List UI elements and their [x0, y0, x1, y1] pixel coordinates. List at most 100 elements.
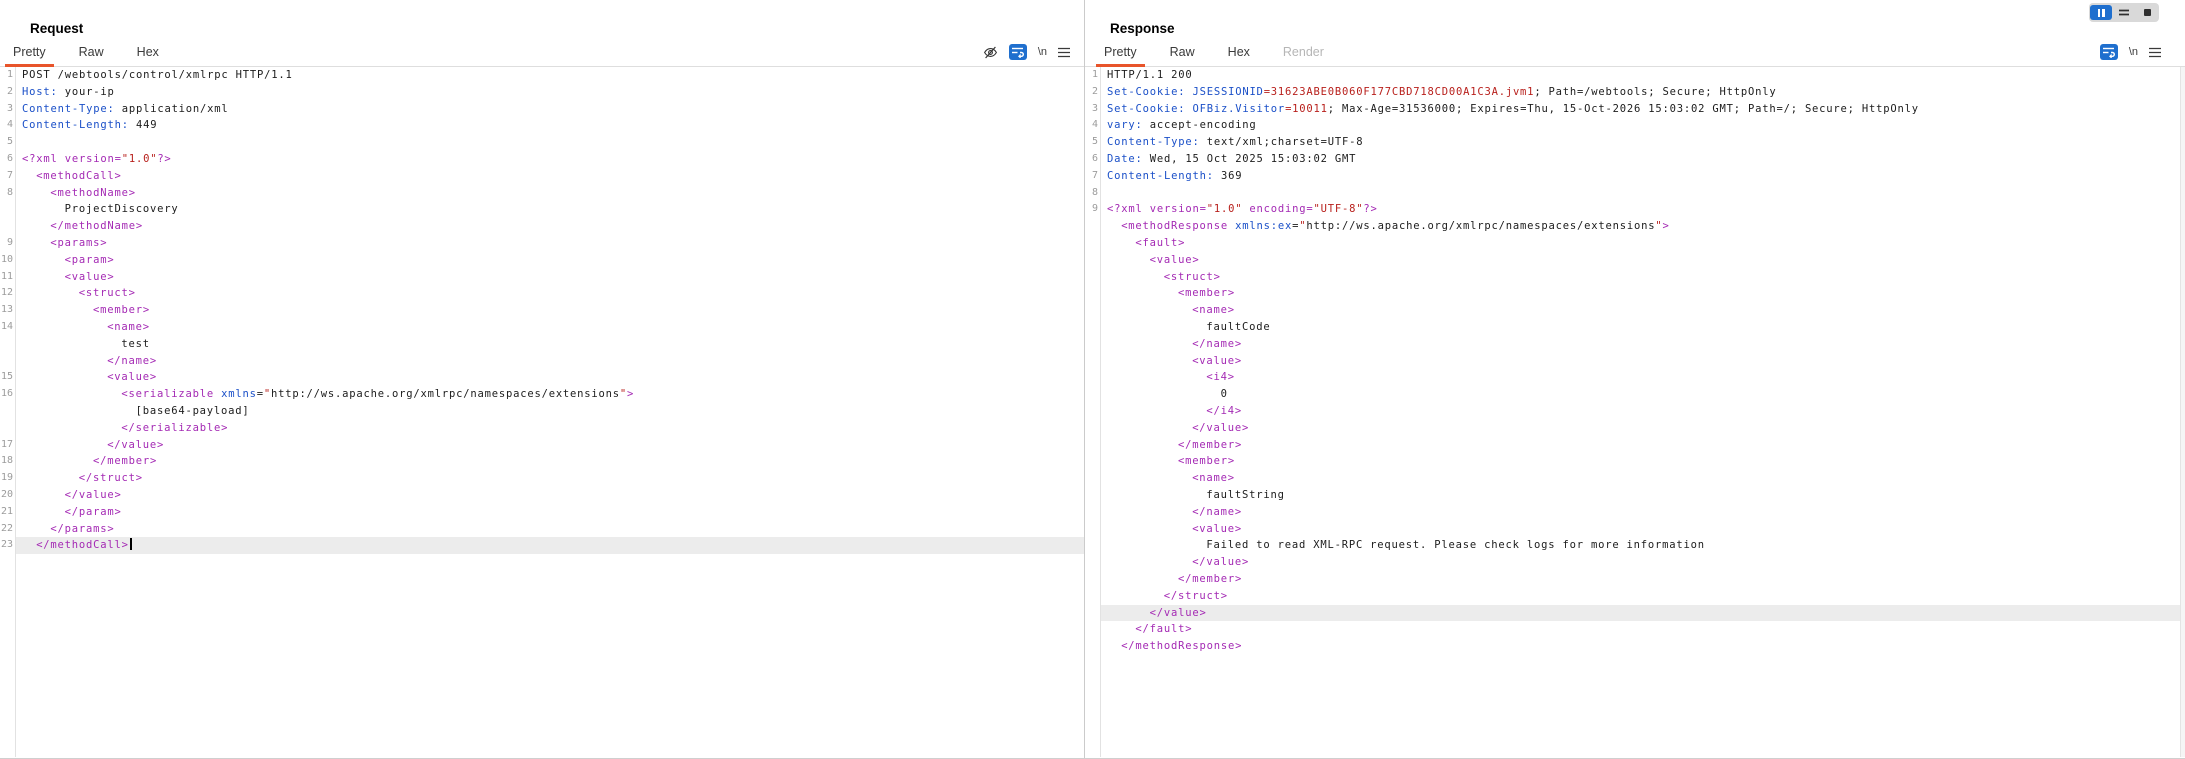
line-number: 3 — [1091, 102, 1098, 114]
code-line[interactable]: </name> — [0, 353, 1084, 370]
code-line[interactable]: test — [0, 336, 1084, 353]
request-editor[interactable]: 1 POST /webtools/control/xmlrpc HTTP/1.1 2… — [0, 67, 1084, 757]
code-line[interactable]: <struct> — [1085, 269, 2185, 286]
token-tag: <member> — [1178, 287, 1235, 300]
code-line[interactable]: 11 <value> — [0, 269, 1084, 286]
code-line[interactable]: <value> — [1085, 252, 2185, 269]
code-line[interactable]: faultString — [1085, 487, 2185, 504]
response-editor[interactable]: 1 HTTP/1.1 200 2 Set-Cookie: JSESSIONID=316… — [1085, 67, 2185, 757]
code-line[interactable]: <name> — [1085, 470, 2185, 487]
code-line[interactable]: ProjectDiscovery — [0, 201, 1084, 218]
code-text: </params> — [50, 521, 114, 538]
pause-button[interactable] — [2090, 5, 2112, 20]
code-line[interactable]: 7 <methodCall> — [0, 168, 1084, 185]
code-line[interactable]: </fault> — [1085, 621, 2185, 638]
newline-icon[interactable]: \n — [1038, 46, 1047, 58]
code-line[interactable]: 3 Content-Type: application/xml — [0, 101, 1084, 118]
token-plain: http://ws.apache.org/xmlrpc/namespaces/e… — [270, 388, 620, 401]
response-scrollbar[interactable] — [2180, 67, 2185, 757]
code-text: </member> — [1178, 437, 1242, 454]
newline-icon[interactable]: \n — [2129, 46, 2138, 58]
code-line[interactable]: <value> — [1085, 353, 2185, 370]
code-line[interactable]: 22 </params> — [0, 521, 1084, 538]
token-attr: Content-Length: — [1107, 169, 1214, 182]
code-line[interactable]: </member> — [1085, 437, 2185, 454]
code-line[interactable]: 2 Host: your-ip — [0, 84, 1084, 101]
code-line[interactable]: 5 — [0, 134, 1084, 151]
menu-icon[interactable] — [2149, 47, 2161, 58]
code-line[interactable]: 3 Set-Cookie: OFBiz.Visitor=10011; Max-Ag… — [1085, 101, 2185, 118]
tab-pretty[interactable]: Pretty — [5, 38, 54, 67]
code-line[interactable]: 9 <params> — [0, 235, 1084, 252]
code-line[interactable]: 14 <name> — [0, 319, 1084, 336]
code-line[interactable]: <fault> — [1085, 235, 2185, 252]
code-line[interactable]: 17 </value> — [0, 437, 1084, 454]
code-line[interactable]: 8 <methodName> — [0, 185, 1084, 202]
pause-icon — [2097, 8, 2105, 17]
code-line[interactable]: 1 POST /webtools/control/xmlrpc HTTP/1.1 — [0, 67, 1084, 84]
code-line[interactable]: <name> — [1085, 302, 2185, 319]
code-line[interactable]: 8 — [1085, 185, 2185, 202]
code-line[interactable]: 21 </param> — [0, 504, 1084, 521]
token-red: "1.0" — [121, 152, 158, 165]
code-line[interactable]: 9 <?xml version="1.0" encoding="UTF-8"?> — [1085, 201, 2185, 218]
code-text: </name> — [1192, 504, 1242, 521]
code-line[interactable]: faultCode — [1085, 319, 2185, 336]
code-line[interactable]: [base64-payload] — [0, 403, 1084, 420]
token-tag: <struct> — [1163, 270, 1221, 283]
menu-icon[interactable] — [1058, 47, 1070, 58]
code-line[interactable]: 20 </value> — [0, 487, 1084, 504]
code-line[interactable]: <i4> — [1085, 369, 2185, 386]
stop-button[interactable] — [2136, 5, 2158, 20]
code-line[interactable]: <value> — [1085, 521, 2185, 538]
code-line[interactable]: <methodResponse xmlns:ex="http://ws.apac… — [1085, 218, 2185, 235]
code-line[interactable]: 13 <member> — [0, 302, 1084, 319]
code-line[interactable]: 16 <serializable xmlns="http://ws.apache.… — [0, 386, 1084, 403]
code-line[interactable]: 4 vary: accept-encoding — [1085, 117, 2185, 134]
tab-hex[interactable]: Hex — [1225, 38, 1253, 66]
code-line[interactable]: </methodResponse> — [1085, 638, 2185, 655]
code-line[interactable]: 7 Content-Length: 369 — [1085, 168, 2185, 185]
code-line[interactable]: </serializable> — [0, 420, 1084, 437]
code-line[interactable]: </value> — [1085, 604, 2185, 622]
code-line[interactable]: 2 Set-Cookie: JSESSIONID=31623ABE0B060F17… — [1085, 84, 2185, 101]
code-text: Set-Cookie: JSESSIONID=31623ABE0B060F177… — [1107, 84, 1776, 101]
code-line[interactable]: 1 HTTP/1.1 200 — [1085, 67, 2185, 84]
code-line[interactable]: 6 Date: Wed, 15 Oct 2025 15:03:02 GMT — [1085, 151, 2185, 168]
code-line[interactable]: </name> — [1085, 504, 2185, 521]
tab-pretty[interactable]: Pretty — [1096, 38, 1145, 67]
line-number: 4 — [6, 119, 13, 131]
code-line[interactable]: 4 Content-Length: 449 — [0, 117, 1084, 134]
code-line[interactable]: 10 <param> — [0, 252, 1084, 269]
code-line[interactable]: 23 </methodCall> — [0, 537, 1084, 554]
code-line[interactable]: 5 Content-Type: text/xml;charset=UTF-8 — [1085, 134, 2185, 151]
code-line[interactable]: 18 </member> — [0, 453, 1084, 470]
code-line[interactable]: 0 — [1085, 386, 2185, 403]
code-line[interactable]: </value> — [1085, 420, 2185, 437]
tab-raw[interactable]: Raw — [76, 38, 107, 66]
code-line[interactable]: </member> — [1085, 571, 2185, 588]
lines-button[interactable] — [2113, 5, 2135, 20]
code-line[interactable]: </struct> — [1085, 588, 2185, 605]
token-attr: xmlns:ex — [1235, 220, 1293, 233]
newline-label: \n — [2128, 46, 2138, 58]
code-line[interactable]: 6 <?xml version="1.0"?> — [0, 151, 1084, 168]
code-line[interactable]: </methodName> — [0, 218, 1084, 235]
wrap-text-icon[interactable] — [2099, 44, 2118, 60]
code-text: </member> — [93, 453, 157, 470]
tab-raw[interactable]: Raw — [1167, 38, 1198, 66]
code-line[interactable]: </name> — [1085, 336, 2185, 353]
wrap-text-icon[interactable] — [1008, 44, 1027, 60]
code-line[interactable]: 19 </struct> — [0, 470, 1084, 487]
tab-hex[interactable]: Hex — [134, 38, 162, 66]
code-text: <serializable xmlns="http://ws.apache.or… — [121, 386, 634, 403]
code-line[interactable]: </value> — [1085, 554, 2185, 571]
code-line[interactable]: <member> — [1085, 453, 2185, 470]
code-line[interactable]: Failed to read XML-RPC request. Please c… — [1085, 537, 2185, 554]
code-line[interactable]: 12 <struct> — [0, 285, 1084, 302]
code-line[interactable]: </i4> — [1085, 403, 2185, 420]
eye-hidden-icon[interactable] — [983, 45, 998, 60]
code-line[interactable]: <member> — [1085, 285, 2185, 302]
code-line[interactable]: 15 <value> — [0, 369, 1084, 386]
token-tag: <fault> — [1135, 236, 1186, 249]
